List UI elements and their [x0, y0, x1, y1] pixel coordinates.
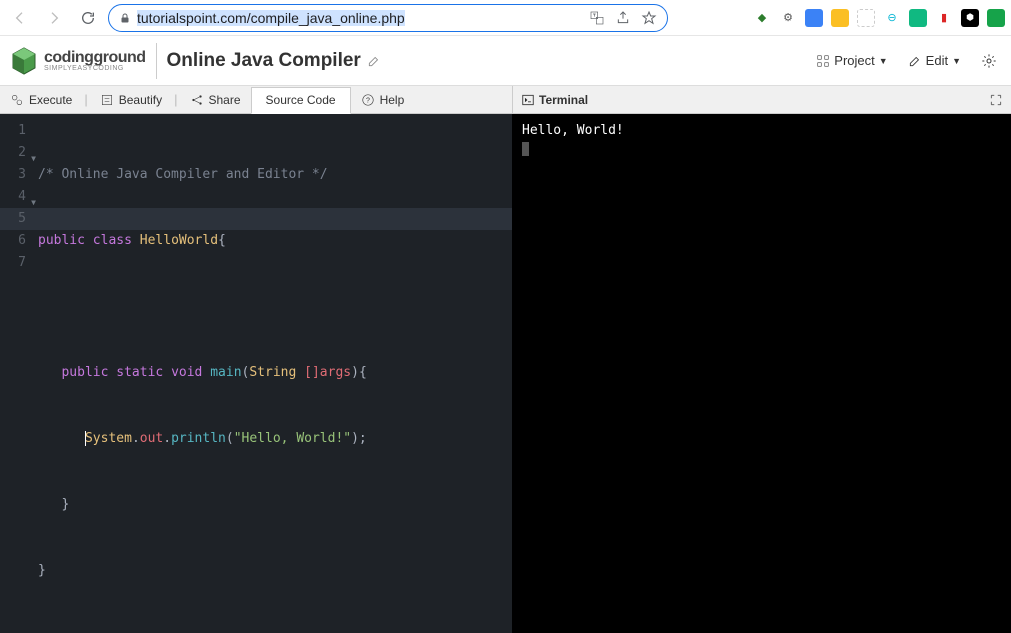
line-number: 1 — [0, 120, 26, 142]
separator: | — [172, 92, 179, 107]
line-number: 5 — [0, 208, 26, 230]
edit-title-icon[interactable] — [367, 54, 381, 68]
logo-cube-icon — [8, 45, 40, 77]
line-number: 3 — [0, 164, 26, 186]
translate-icon[interactable] — [589, 10, 605, 26]
grid-icon — [816, 54, 830, 68]
share-url-icon[interactable] — [615, 10, 631, 26]
line-gutter: 1 2▼ 3 4▼ 5 6 7 — [0, 114, 32, 274]
bookmark-star-icon[interactable] — [641, 10, 657, 26]
ext-icon-6[interactable]: ⊖ — [883, 9, 901, 27]
code-content: /* Online Java Compiler and Editor */ pu… — [38, 120, 512, 626]
edit-label: Edit — [926, 53, 948, 68]
ext-icon-8[interactable]: ▮ — [935, 9, 953, 27]
execute-button[interactable]: Execute — [0, 86, 82, 113]
edit-dropdown[interactable]: Edit ▼ — [902, 49, 967, 72]
fold-icon[interactable]: ▼ — [31, 148, 36, 170]
ext-icon-1[interactable]: ◆ — [753, 9, 771, 27]
browser-toolbar: tutorialspoint.com/compile_java_online.p… — [0, 0, 1011, 36]
separator — [156, 43, 157, 79]
gears-icon — [10, 93, 24, 107]
beautify-icon — [100, 93, 114, 107]
ext-icon-7[interactable] — [909, 9, 927, 27]
logo-text: codingground — [44, 49, 146, 66]
fold-icon[interactable]: ▼ — [31, 192, 36, 214]
ext-icon-3[interactable] — [805, 9, 823, 27]
lock-icon — [119, 12, 131, 24]
line-number: 7 — [0, 252, 26, 274]
terminal-line: Hello, World! — [522, 122, 1001, 140]
url-text: tutorialspoint.com/compile_java_online.p… — [137, 10, 583, 26]
terminal-output[interactable]: Hello, World! — [512, 114, 1011, 633]
terminal-label: Terminal — [539, 93, 588, 107]
project-label: Project — [834, 53, 874, 68]
ext-icon-5[interactable] — [857, 9, 875, 27]
chevron-down-icon: ▼ — [879, 56, 888, 66]
beautify-label: Beautify — [119, 93, 162, 107]
settings-button[interactable] — [975, 49, 1003, 73]
app-header: codingground SIMPLYEASYCODING Online Jav… — [0, 36, 1011, 86]
ext-icon-4[interactable] — [831, 9, 849, 27]
back-button[interactable] — [6, 4, 34, 32]
ext-icon-2[interactable]: ⚙ — [779, 9, 797, 27]
help-icon: ? — [361, 93, 375, 107]
beautify-button[interactable]: Beautify — [90, 86, 172, 113]
chevron-down-icon: ▼ — [952, 56, 961, 66]
ext-icon-9[interactable]: ⬢ — [961, 9, 979, 27]
line-number: 6 — [0, 230, 26, 252]
terminal-tab[interactable]: Terminal — [521, 93, 588, 107]
share-button[interactable]: Share — [180, 86, 251, 113]
forward-button[interactable] — [40, 4, 68, 32]
ext-icon-10[interactable] — [987, 9, 1005, 27]
separator: | — [82, 92, 89, 107]
help-label: Help — [380, 93, 405, 107]
main-area: 1 2▼ 3 4▼ 5 6 7 /* Online Java Compiler … — [0, 114, 1011, 633]
expand-button[interactable] — [989, 93, 1003, 107]
project-dropdown[interactable]: Project ▼ — [810, 49, 893, 72]
editor-toolbar: Execute | Beautify | Share Source Code ?… — [0, 86, 1011, 114]
svg-text:?: ? — [366, 97, 370, 104]
line-number: 2▼ — [0, 142, 26, 164]
tab-source-code[interactable]: Source Code — [251, 87, 351, 114]
share-icon — [190, 93, 204, 107]
logo[interactable]: codingground SIMPLYEASYCODING — [8, 45, 146, 77]
logo-slogan: SIMPLYEASYCODING — [44, 65, 146, 72]
code-editor[interactable]: 1 2▼ 3 4▼ 5 6 7 /* Online Java Compiler … — [0, 114, 512, 633]
terminal-cursor — [522, 142, 529, 156]
share-label: Share — [209, 93, 241, 107]
terminal-icon — [521, 93, 535, 107]
help-button[interactable]: ? Help — [351, 86, 415, 113]
extensions-tray: ◆ ⚙ ⊖ ▮ ⬢ — [753, 9, 1005, 27]
gear-icon — [981, 53, 997, 69]
line-number: 4▼ — [0, 186, 26, 208]
expand-icon — [989, 93, 1003, 107]
pencil-icon — [908, 54, 922, 68]
reload-button[interactable] — [74, 4, 102, 32]
execute-label: Execute — [29, 93, 72, 107]
address-bar[interactable]: tutorialspoint.com/compile_java_online.p… — [108, 4, 668, 32]
page-title: Online Java Compiler — [167, 50, 361, 72]
tab-label: Source Code — [266, 93, 336, 107]
